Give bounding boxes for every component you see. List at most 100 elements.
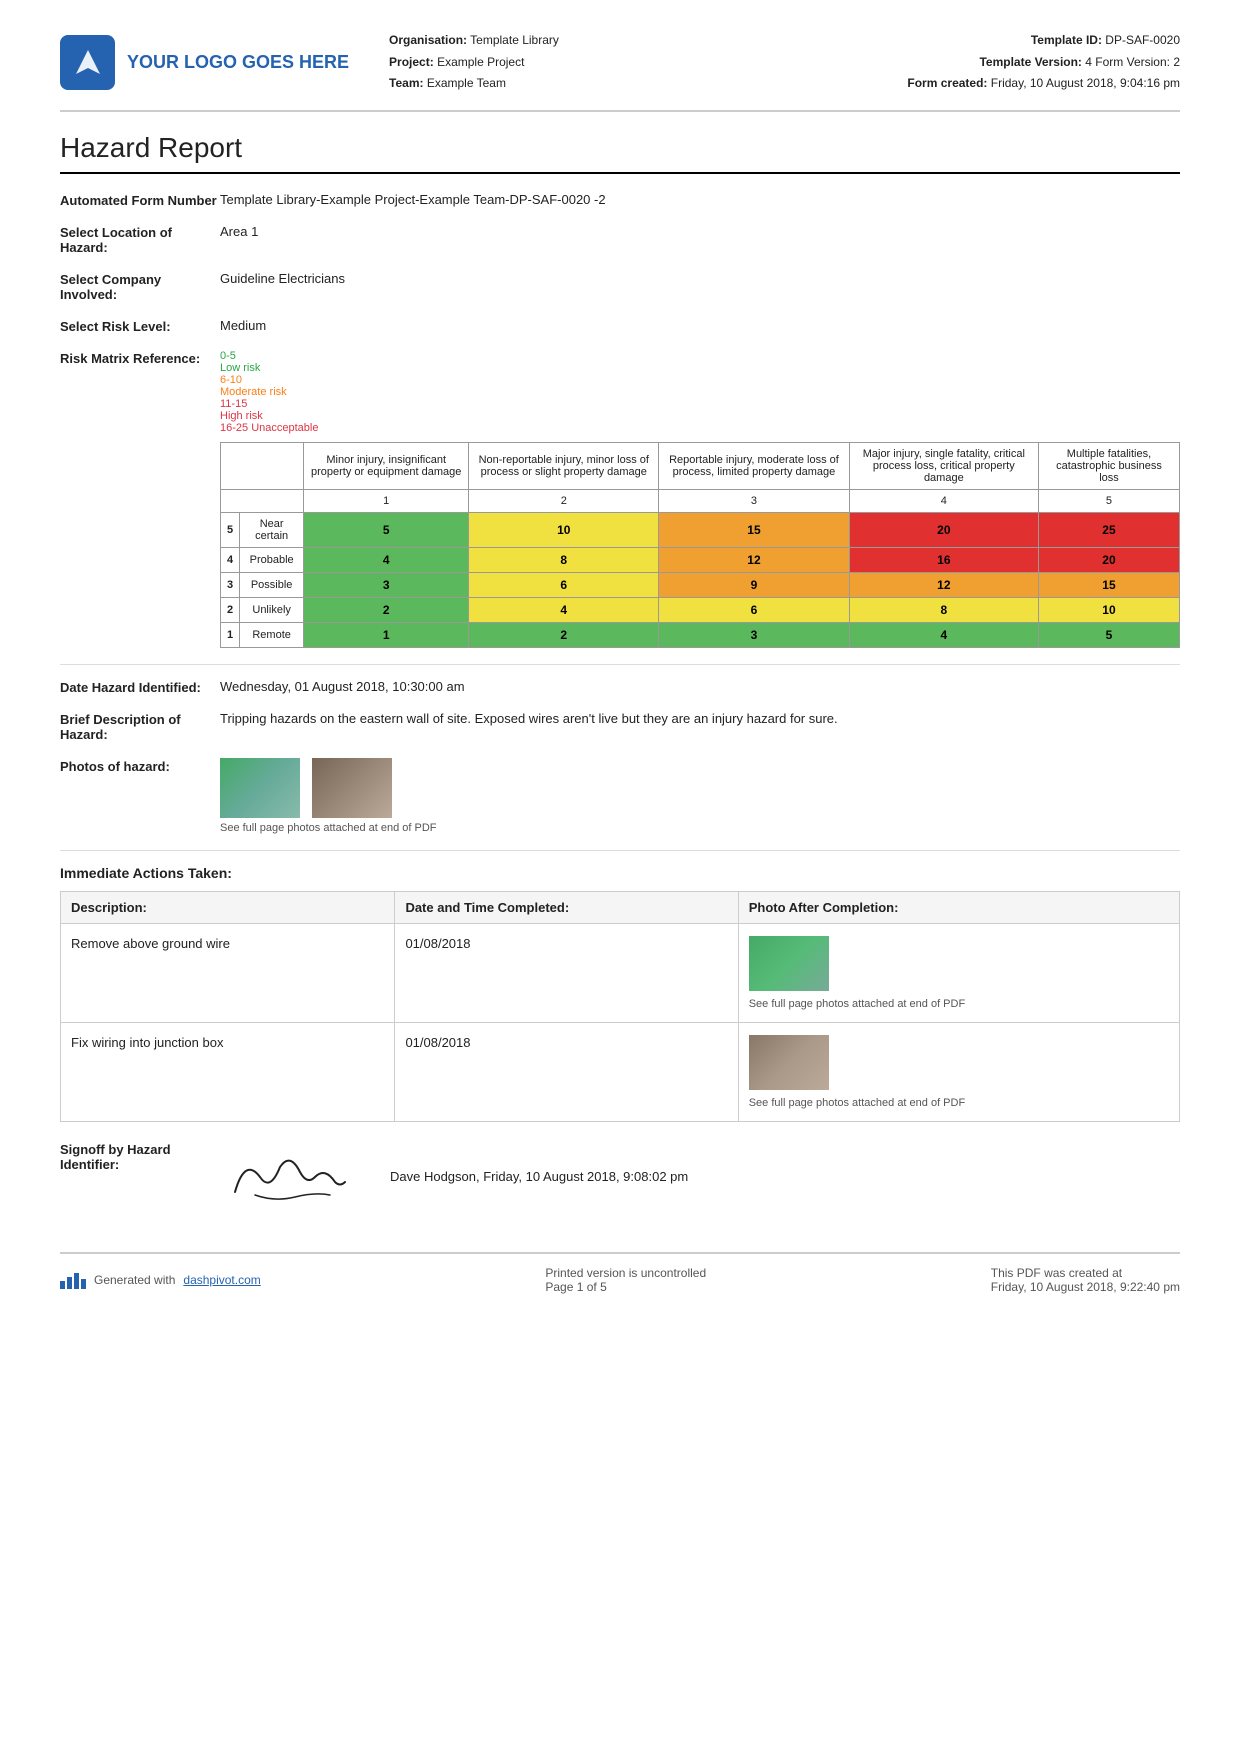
footer-right: This PDF was created at Friday, 10 Augus… bbox=[991, 1266, 1180, 1294]
actions-col-description: Description: bbox=[61, 891, 395, 923]
matrix-cell-3-0: 2 bbox=[304, 597, 469, 622]
location-label: Select Location of Hazard: bbox=[60, 224, 220, 255]
footer-pdf-date: Friday, 10 August 2018, 9:22:40 pm bbox=[991, 1280, 1180, 1294]
footer-page: Page 1 of 5 bbox=[545, 1280, 706, 1294]
matrix-cell-3-4: 10 bbox=[1038, 597, 1179, 622]
signature-box bbox=[220, 1142, 360, 1212]
matrix-row-3-likelihood-num: 2 bbox=[221, 597, 240, 622]
logo-icon bbox=[60, 35, 115, 90]
matrix-cell-2-3: 12 bbox=[849, 572, 1038, 597]
footer-center: Printed version is uncontrolled Page 1 o… bbox=[545, 1266, 706, 1294]
signoff-label: Signoff by Hazard Identifier: bbox=[60, 1142, 220, 1172]
date-value: Wednesday, 01 August 2018, 10:30:00 am bbox=[220, 679, 1180, 695]
matrix-num1: 1 bbox=[304, 489, 469, 512]
matrix-cell-2-0: 3 bbox=[304, 572, 469, 597]
actions-col-date: Date and Time Completed: bbox=[395, 891, 738, 923]
photo-thumb-2 bbox=[312, 758, 392, 818]
matrix-row-4-likelihood-label: Remote bbox=[240, 622, 304, 647]
team-value: Example Team bbox=[427, 76, 506, 90]
risk-legend-high: 11-15 bbox=[220, 398, 1180, 410]
template-id-label: Template ID: bbox=[1031, 33, 1102, 47]
dashpivot-link[interactable]: dashpivot.com bbox=[183, 1273, 260, 1287]
risk-level-label: Select Risk Level: bbox=[60, 318, 220, 334]
logo-section: YOUR LOGO GOES HERE bbox=[60, 30, 349, 95]
matrix-cell-1-4: 20 bbox=[1038, 547, 1179, 572]
matrix-cell-1-3: 16 bbox=[849, 547, 1038, 572]
signoff-details: Dave Hodgson, Friday, 10 August 2018, 9:… bbox=[390, 1169, 688, 1184]
matrix-row-0-likelihood-label: Near certain bbox=[240, 512, 304, 547]
template-version-value: 4 Form Version: 2 bbox=[1085, 55, 1180, 69]
divider-2 bbox=[60, 850, 1180, 851]
action-row-0-date: 01/08/2018 bbox=[395, 923, 738, 1022]
footer: Generated with dashpivot.com Printed ver… bbox=[60, 1252, 1180, 1294]
photos-caption: See full page photos attached at end of … bbox=[220, 822, 1180, 834]
divider-1 bbox=[60, 664, 1180, 665]
risk-legend-high2: High risk bbox=[220, 410, 1180, 422]
matrix-empty-header bbox=[221, 442, 304, 489]
form-number-value: Template Library-Example Project-Example… bbox=[220, 192, 1180, 208]
action-photo-1 bbox=[749, 1035, 829, 1090]
matrix-cell-4-3: 4 bbox=[849, 622, 1038, 647]
date-row: Date Hazard Identified: Wednesday, 01 Au… bbox=[60, 679, 1180, 695]
matrix-cell-0-3: 20 bbox=[849, 512, 1038, 547]
risk-legend-low: 0-5 bbox=[220, 350, 1180, 362]
risk-legend-moderate2: Moderate risk bbox=[220, 386, 1180, 398]
matrix-cell-0-0: 5 bbox=[304, 512, 469, 547]
form-created-value: Friday, 10 August 2018, 9:04:16 pm bbox=[991, 76, 1180, 90]
matrix-cell-3-2: 6 bbox=[659, 597, 849, 622]
matrix-cell-4-4: 5 bbox=[1038, 622, 1179, 647]
risk-legend-moderate: 6-10 bbox=[220, 374, 1180, 386]
footer-logo-icon bbox=[60, 1271, 86, 1289]
photo-thumbs bbox=[220, 758, 1180, 818]
risk-matrix-value: 0-5 Low risk 6-10 Moderate risk 11-15 Hi… bbox=[220, 350, 1180, 648]
form-number-row: Automated Form Number Template Library-E… bbox=[60, 192, 1180, 208]
matrix-num2: 2 bbox=[469, 489, 659, 512]
photo-thumb-1 bbox=[220, 758, 300, 818]
matrix-num3: 3 bbox=[659, 489, 849, 512]
matrix-row-2-likelihood-num: 3 bbox=[221, 572, 240, 597]
company-value: Guideline Electricians bbox=[220, 271, 1180, 302]
description-value: Tripping hazards on the eastern wall of … bbox=[220, 711, 1180, 742]
team-label: Team: bbox=[389, 76, 423, 90]
matrix-num5: 5 bbox=[1038, 489, 1179, 512]
footer-generated-text: Generated with bbox=[94, 1273, 175, 1287]
risk-matrix-label: Risk Matrix Reference: bbox=[60, 350, 220, 648]
matrix-cell-0-4: 25 bbox=[1038, 512, 1179, 547]
org-label: Organisation: bbox=[389, 33, 467, 47]
photos-label: Photos of hazard: bbox=[60, 758, 220, 834]
location-row: Select Location of Hazard: Area 1 bbox=[60, 224, 1180, 255]
org-value: Template Library bbox=[470, 33, 559, 47]
matrix-col1-header: Minor injury, insignificant property or … bbox=[304, 442, 469, 489]
matrix-num4: 4 bbox=[849, 489, 1038, 512]
risk-legend-low2: Low risk bbox=[220, 362, 1180, 374]
form-number-label: Automated Form Number bbox=[60, 192, 220, 208]
matrix-col5-header: Multiple fatalities, catastrophic busine… bbox=[1038, 442, 1179, 489]
company-row: Select Company Involved: Guideline Elect… bbox=[60, 271, 1180, 302]
date-label: Date Hazard Identified: bbox=[60, 679, 220, 695]
signoff-content: Dave Hodgson, Friday, 10 August 2018, 9:… bbox=[220, 1142, 688, 1212]
footer-left: Generated with dashpivot.com bbox=[60, 1266, 261, 1294]
matrix-col4-header: Major injury, single fatality, critical … bbox=[849, 442, 1038, 489]
signoff-section: Signoff by Hazard Identifier: Dave Hodgs… bbox=[60, 1142, 1180, 1212]
matrix-cell-2-4: 15 bbox=[1038, 572, 1179, 597]
project-value: Example Project bbox=[437, 55, 524, 69]
header: YOUR LOGO GOES HERE Organisation: Templa… bbox=[60, 30, 1180, 112]
matrix-row-3-likelihood-label: Unlikely bbox=[240, 597, 304, 622]
company-label: Select Company Involved: bbox=[60, 271, 220, 302]
matrix-cell-4-2: 3 bbox=[659, 622, 849, 647]
header-meta-right: Template ID: DP-SAF-0020 Template Versio… bbox=[907, 30, 1180, 95]
matrix-cell-1-1: 8 bbox=[469, 547, 659, 572]
report-title: Hazard Report bbox=[60, 132, 1180, 174]
location-value: Area 1 bbox=[220, 224, 1180, 255]
action-photo-0 bbox=[749, 936, 829, 991]
matrix-row-1-likelihood-label: Probable bbox=[240, 547, 304, 572]
template-id-value: DP-SAF-0020 bbox=[1105, 33, 1180, 47]
header-meta-left: Organisation: Template Library Project: … bbox=[389, 30, 907, 95]
action-row-0-description: Remove above ground wire bbox=[61, 923, 395, 1022]
matrix-row-2-likelihood-label: Possible bbox=[240, 572, 304, 597]
description-label: Brief Description of Hazard: bbox=[60, 711, 220, 742]
risk-matrix-table: Minor injury, insignificant property or … bbox=[220, 442, 1180, 648]
matrix-row-0-likelihood-num: 5 bbox=[221, 512, 240, 547]
matrix-cell-3-3: 8 bbox=[849, 597, 1038, 622]
actions-title: Immediate Actions Taken: bbox=[60, 865, 1180, 881]
